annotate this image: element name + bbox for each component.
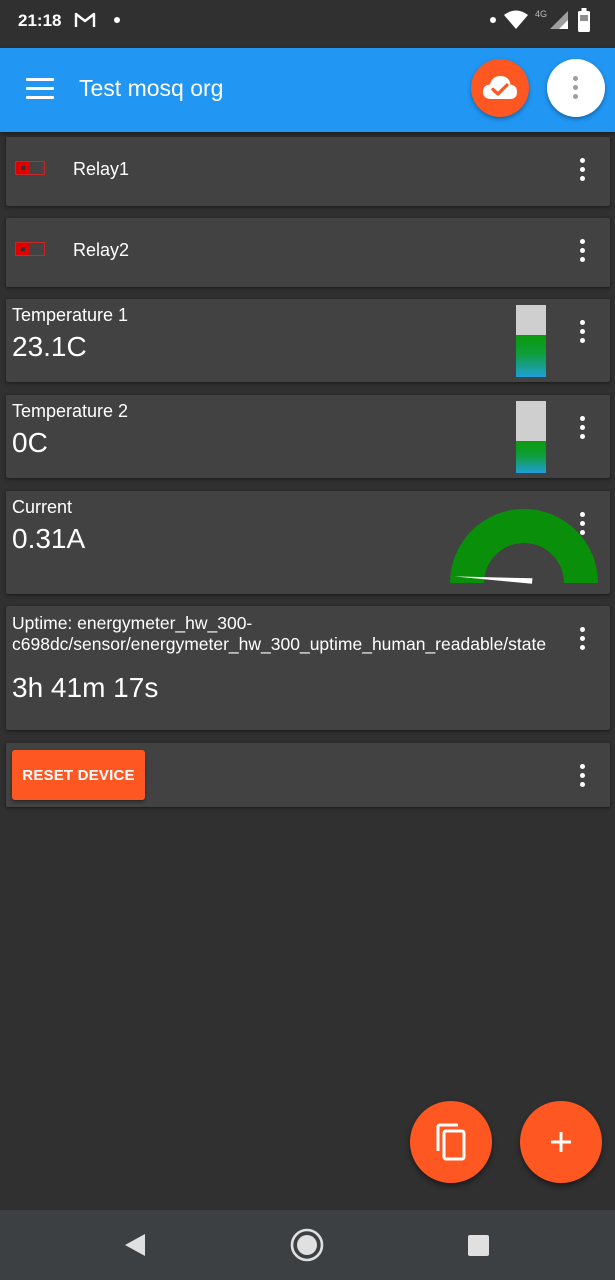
- switch-off-icon[interactable]: [15, 161, 45, 175]
- notification-dot-icon: [490, 17, 496, 23]
- temperature2-thermometer: [516, 401, 546, 473]
- app-bar: Test mosq org: [0, 48, 615, 132]
- home-icon[interactable]: [290, 1228, 324, 1262]
- status-bar: 21:18 4G: [0, 0, 615, 48]
- current-gauge: [450, 509, 598, 584]
- more-options-button[interactable]: [547, 59, 605, 117]
- signal-icon: [550, 11, 568, 29]
- add-fab[interactable]: [520, 1101, 602, 1183]
- cloud-connection-button[interactable]: [471, 59, 529, 117]
- uptime-menu-icon[interactable]: [580, 627, 586, 654]
- temperature1-level: [516, 335, 546, 377]
- temperature2-value: 0C: [12, 427, 48, 458]
- current-value: 0.31A: [12, 523, 86, 554]
- temperature1-menu-icon[interactable]: [580, 320, 586, 347]
- current-card[interactable]: Current 0.31A: [6, 491, 610, 594]
- notification-dot-icon: [114, 17, 120, 23]
- app-title: Test mosq org: [79, 75, 224, 101]
- temperature1-card[interactable]: Temperature 1 23.1C: [6, 299, 610, 382]
- temperature1-thermometer: [516, 305, 546, 377]
- current-title: Current: [12, 497, 73, 517]
- menu-icon[interactable]: [26, 78, 54, 100]
- copy-fab[interactable]: [410, 1101, 492, 1183]
- status-time: 21:18: [18, 11, 62, 30]
- temperature2-title: Temperature 2: [12, 401, 129, 421]
- reset-card: RESET DEVICE: [6, 743, 610, 807]
- temperature2-card[interactable]: Temperature 2 0C: [6, 395, 610, 478]
- uptime-card[interactable]: Uptime: energymeter_hw_300- c698dc/senso…: [6, 606, 610, 730]
- relay2-card[interactable]: Relay2: [6, 218, 610, 287]
- cloud-check-icon: [483, 76, 517, 99]
- temperature1-value: 23.1C: [12, 331, 87, 362]
- copy-icon: [436, 1123, 466, 1161]
- temperature2-menu-icon[interactable]: [580, 416, 586, 443]
- uptime-value: 3h 41m 17s: [12, 672, 159, 703]
- system-nav-bar: [0, 1210, 615, 1280]
- battery-icon: [578, 8, 590, 32]
- add-icon: [551, 1132, 571, 1152]
- wifi-icon: [504, 10, 528, 29]
- recents-icon[interactable]: [468, 1235, 489, 1256]
- switch-off-icon[interactable]: [15, 242, 45, 256]
- relay1-card[interactable]: Relay1: [6, 137, 610, 206]
- uptime-title: Uptime: energymeter_hw_300- c698dc/senso…: [12, 613, 610, 655]
- reset-menu-icon[interactable]: [580, 764, 586, 791]
- temperature1-title: Temperature 1: [12, 305, 129, 325]
- relay1-label: Relay1: [73, 159, 130, 179]
- temperature2-level: [516, 440, 546, 473]
- more-vert-icon: [573, 76, 579, 103]
- reset-device-button[interactable]: RESET DEVICE: [12, 750, 145, 800]
- gmail-icon: [74, 12, 96, 27]
- uptime-title-line2: c698dc/sensor/energymeter_hw_300_uptime_…: [12, 634, 547, 654]
- network-type-label: 4G: [535, 9, 548, 19]
- relay1-menu-icon[interactable]: [580, 158, 586, 185]
- current-menu-icon[interactable]: [580, 512, 586, 539]
- relay2-menu-icon[interactable]: [580, 239, 586, 266]
- back-icon[interactable]: [123, 1233, 147, 1257]
- relay2-label: Relay2: [73, 240, 130, 260]
- uptime-title-line1: Uptime: energymeter_hw_300-: [12, 613, 253, 633]
